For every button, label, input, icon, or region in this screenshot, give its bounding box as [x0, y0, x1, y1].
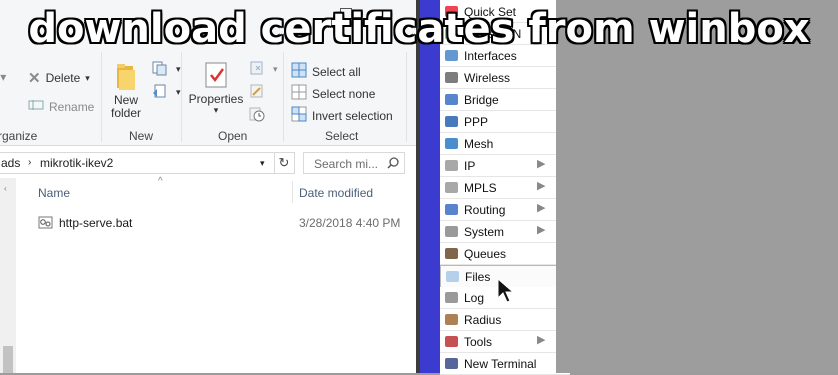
submenu-arrow-icon: ▶: [537, 334, 546, 346]
column-header-name[interactable]: Name: [38, 186, 70, 200]
winbox-menu-item-mpls[interactable]: MPLS ▶: [440, 177, 570, 199]
winbox-workspace: [340, 0, 838, 373]
wireless-icon: [444, 70, 459, 85]
file-explorer-window: ▫▾ ✕ Delete ▾ Rename rganize New folder …: [0, 0, 416, 373]
breadcrumb-downloads[interactable]: ads: [1, 156, 20, 170]
mesh-icon: [444, 136, 459, 151]
easy-access-icon: [151, 83, 171, 102]
winbox-menu-item-label: Radius: [464, 313, 502, 327]
properties-button[interactable]: Properties ▾: [188, 60, 244, 115]
new-item-icon: [151, 60, 171, 79]
winbox-menu-item-system[interactable]: System ▶: [440, 221, 570, 243]
submenu-arrow-icon: ▶: [537, 202, 546, 214]
rename-button[interactable]: Rename: [28, 98, 94, 115]
nav-scrollbar-thumb[interactable]: [3, 346, 13, 373]
tools-icon: [444, 334, 459, 349]
refresh-button[interactable]: ↻: [274, 152, 295, 174]
ip-icon: [444, 158, 459, 173]
file-row[interactable]: http-serve.bat 3/28/2018 4:40 PM: [38, 214, 408, 232]
rename-icon: [28, 98, 44, 115]
easy-access-button[interactable]: ▾: [151, 83, 181, 102]
address-bar: ads › mikrotik-ikev2 ▾ ↻ Search mi...: [0, 150, 416, 176]
column-header-date-modified[interactable]: Date modified: [299, 186, 373, 200]
winbox-menu-item-label: New Terminal: [464, 357, 537, 371]
winbox-menu-item-label: Wireless: [464, 71, 511, 85]
select-all-button[interactable]: Select all: [291, 62, 361, 81]
winbox-menu-item-wireless[interactable]: Wireless: [440, 67, 570, 89]
winbox-menu-item-label: Queues: [464, 247, 507, 261]
winbox-menu-item-label: Files: [465, 270, 491, 284]
history-button[interactable]: [248, 106, 266, 125]
winbox-menu-item-routing[interactable]: Routing ▶: [440, 199, 570, 221]
refresh-icon: ↻: [278, 155, 290, 170]
winbox-menu-item-label: Mesh: [464, 137, 494, 151]
select-none-button[interactable]: Select none: [291, 84, 375, 103]
ppp-icon: [444, 114, 459, 129]
winbox-menu-item-bridge[interactable]: Bridge: [440, 89, 570, 111]
queues-icon: [444, 246, 459, 261]
submenu-arrow-icon: ▶: [537, 158, 546, 170]
batch-file-icon: [38, 216, 53, 229]
nav-scroll-up-icon[interactable]: ‹: [4, 184, 7, 193]
bridge-icon: [444, 92, 459, 107]
submenu-arrow-icon: ▶: [537, 180, 546, 192]
breadcrumb-mikrotik-ikev2[interactable]: mikrotik-ikev2: [40, 156, 113, 170]
breadcrumb-chevron-icon: ›: [28, 157, 32, 168]
winbox-menu-item-label: Log: [464, 291, 485, 305]
winbox-menu-item-tools[interactable]: Tools ▶: [440, 331, 570, 353]
submenu-arrow-icon: ▶: [537, 224, 546, 236]
new-terminal-icon: [444, 356, 459, 371]
overlay-title: download certificates from winbox: [28, 6, 810, 52]
files-icon: [445, 269, 460, 284]
winbox-menu-item-queues[interactable]: Queues: [440, 243, 570, 265]
invert-selection-button[interactable]: Invert selection: [291, 106, 393, 125]
search-input[interactable]: Search mi...: [303, 152, 405, 174]
winbox-side-strip: [420, 0, 440, 373]
winbox-menu-item-label: PPP: [464, 115, 489, 129]
select-all-icon: [291, 62, 307, 81]
properties-icon: [203, 60, 229, 93]
select-group-label: Select: [325, 129, 359, 143]
sort-ascending-icon: ^: [158, 176, 163, 187]
winbox-menu-item-mesh[interactable]: Mesh: [440, 133, 570, 155]
invert-selection-icon: [291, 106, 307, 125]
winbox-menu-item-label: Routing: [464, 203, 506, 217]
delete-button[interactable]: ✕ Delete ▾: [28, 69, 90, 87]
mpls-icon: [444, 180, 459, 195]
copy-to-button[interactable]: ▫▾: [0, 70, 6, 84]
edit-button[interactable]: [248, 83, 266, 102]
new-folder-button[interactable]: New folder: [108, 62, 144, 120]
winbox-menu-item-label: MPLS: [464, 181, 497, 195]
open-group-label: Open: [218, 129, 248, 143]
organize-group-label: rganize: [0, 129, 38, 143]
file-date: 3/28/2018 4:40 PM: [299, 216, 401, 230]
folder-icon: [114, 62, 138, 95]
new-group-label: New: [129, 129, 154, 143]
log-icon: [444, 290, 459, 305]
winbox-menu-item-label: Tools: [464, 335, 493, 349]
winbox-menu-item-label: IP: [464, 159, 476, 173]
winbox-menu-item-label: Bridge: [464, 93, 499, 107]
winbox-window: Quick Set CAPsMAN Interfaces Wireless Bridge…: [420, 0, 572, 375]
open-icon: [248, 60, 268, 79]
navigation-pane[interactable]: ‹: [0, 178, 16, 373]
system-icon: [444, 224, 459, 239]
winbox-menu-item-ip[interactable]: IP ▶: [440, 155, 570, 177]
new-item-button[interactable]: ▾: [151, 60, 181, 79]
radius-icon: [444, 312, 459, 327]
edit-icon: [248, 83, 266, 102]
address-dropdown-icon[interactable]: ▾: [260, 158, 265, 169]
winbox-menu-item-label: System: [464, 225, 505, 239]
search-icon: [387, 157, 399, 169]
history-icon: [248, 106, 266, 125]
mouse-cursor-icon: [497, 278, 515, 303]
winbox-menu-item-radius[interactable]: Radius: [440, 309, 570, 331]
file-name: http-serve.bat: [59, 216, 133, 230]
winbox-menu-item-new-terminal[interactable]: New Terminal: [440, 353, 570, 375]
select-none-icon: [291, 84, 307, 103]
delete-icon: ✕: [28, 70, 41, 87]
open-button[interactable]: ▾: [248, 60, 278, 79]
routing-icon: [444, 202, 459, 217]
winbox-menu-item-ppp[interactable]: PPP: [440, 111, 570, 133]
